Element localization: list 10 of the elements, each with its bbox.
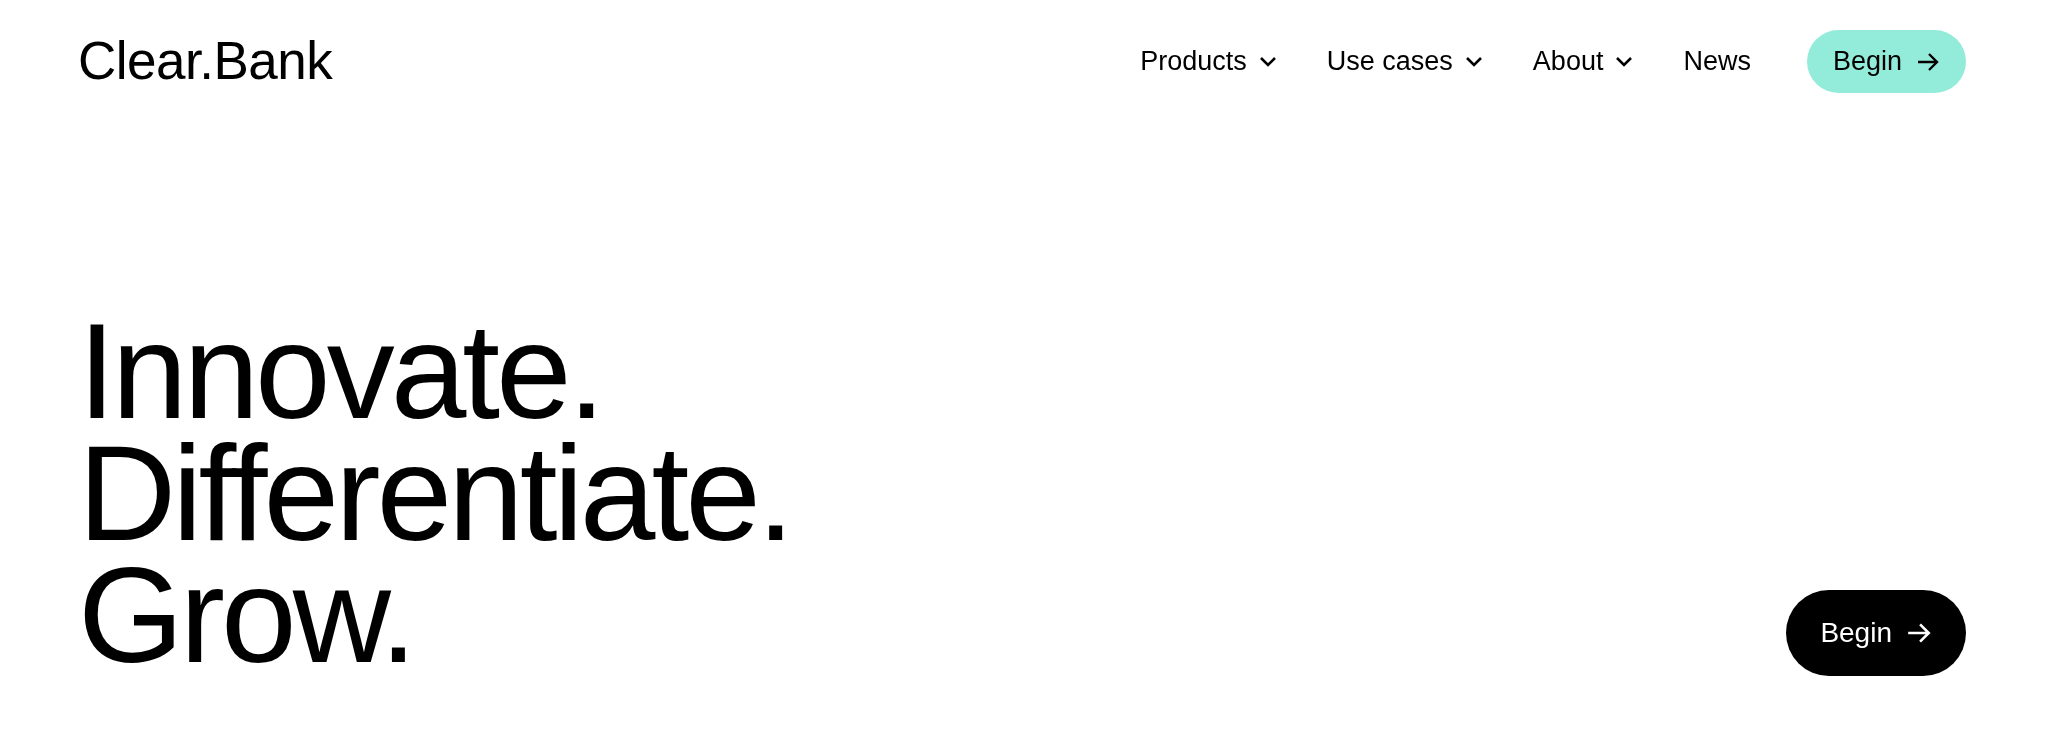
headline-line: Differentiate. [78,432,791,554]
nav-link[interactable]: Products [1140,41,1277,82]
nav-link[interactable]: About [1532,41,1634,82]
begin-button[interactable]: Begin [1806,30,1966,93]
headline-line: Innovate. [78,310,602,432]
nav-link[interactable]: News [1683,41,1751,82]
logo[interactable]: Clear.Bank [78,34,333,87]
nav-link[interactable]: Use cases [1326,41,1483,82]
headline-line: Grow. [78,554,414,676]
begin-button[interactable]: Begin [1786,590,1966,676]
